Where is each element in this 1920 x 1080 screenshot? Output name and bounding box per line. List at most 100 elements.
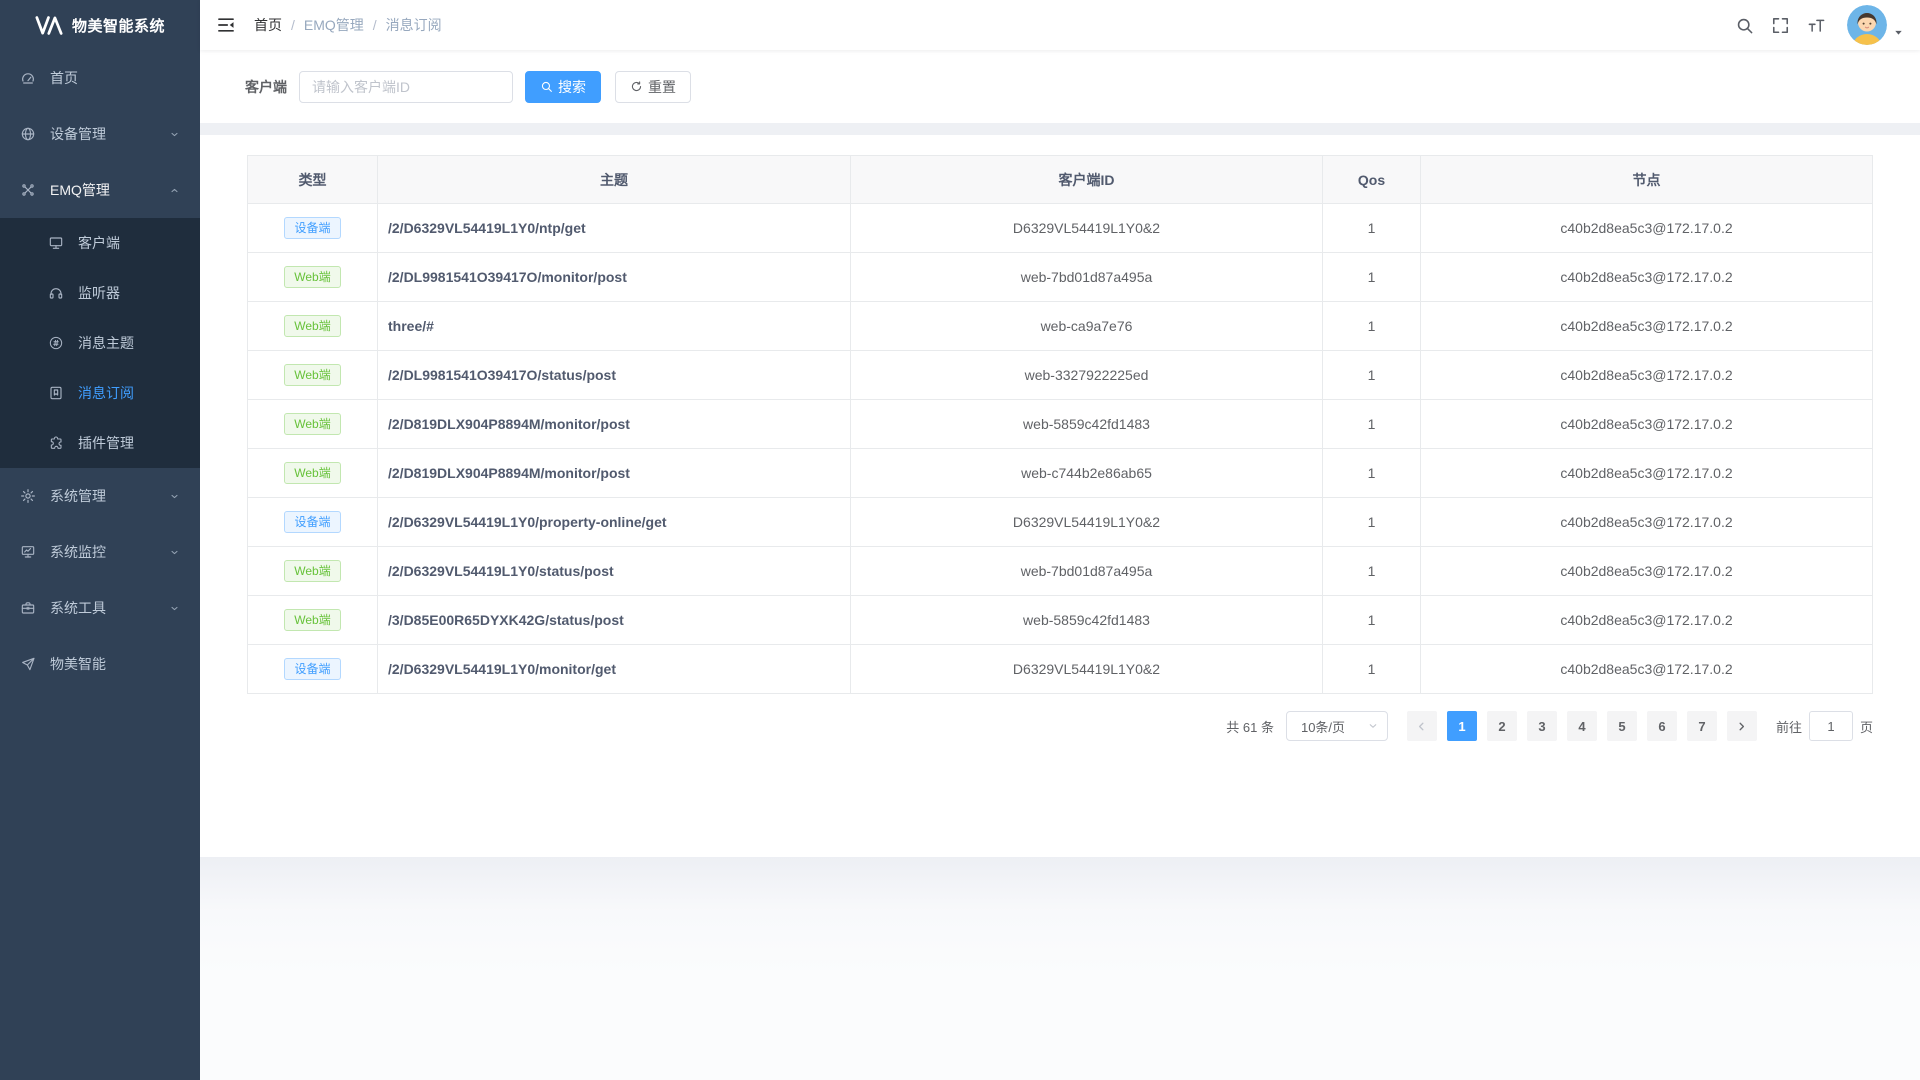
topic-cell: /2/D6329VL54419L1Y0/monitor/get — [378, 645, 851, 694]
table-row: Web端/2/DL9981541O39417O/status/postweb-3… — [248, 351, 1873, 400]
node-cell: c40b2d8ea5c3@172.17.0.2 — [1421, 596, 1873, 645]
type-cell: 设备端 — [248, 498, 378, 547]
topic-icon — [48, 335, 64, 351]
card-divider — [200, 123, 1920, 135]
sidebar-item-label: 消息主题 — [78, 333, 180, 353]
chevron-down-icon — [169, 491, 180, 502]
sidebar-item-system-tools[interactable]: 系统工具 — [0, 580, 200, 636]
type-tag: Web端 — [284, 413, 340, 435]
search-button-label: 搜索 — [558, 77, 586, 97]
table-row: 设备端/2/D6329VL54419L1Y0/ntp/getD6329VL544… — [248, 204, 1873, 253]
toolbox-icon — [20, 600, 36, 616]
qos-cell: 1 — [1323, 400, 1421, 449]
header-search-button[interactable] — [1735, 16, 1754, 35]
client-id-label: 客户端 — [245, 77, 287, 97]
sidebar-item-system-monitor[interactable]: 系统监控 — [0, 524, 200, 580]
type-cell: 设备端 — [248, 645, 378, 694]
type-tag: 设备端 — [284, 658, 340, 680]
sidebar-item-emq-mgmt[interactable]: EMQ管理 — [0, 162, 200, 218]
chevron-up-icon — [169, 185, 180, 196]
sidebar-item-device-mgmt[interactable]: 设备管理 — [0, 106, 200, 162]
app-root: 物美智能系统 首页设备管理EMQ管理客户端监听器消息主题消息订阅插件管理系统管理… — [0, 0, 1920, 1080]
topic-cell: /2/DL9981541O39417O/status/post — [378, 351, 851, 400]
reset-button-label: 重置 — [648, 77, 676, 97]
navbar: 首页/EMQ管理/消息订阅 — [200, 0, 1920, 50]
qos-cell: 1 — [1323, 351, 1421, 400]
sidebar-item-label: 客户端 — [78, 233, 180, 253]
client-id-cell: web-5859c42fd1483 — [851, 596, 1323, 645]
page-size-select[interactable]: 10条/页 — [1286, 711, 1388, 741]
main-area: 首页/EMQ管理/消息订阅 — [200, 0, 1920, 1080]
type-cell: Web端 — [248, 351, 378, 400]
search-icon — [1735, 16, 1754, 35]
sidebar: 物美智能系统 首页设备管理EMQ管理客户端监听器消息主题消息订阅插件管理系统管理… — [0, 0, 200, 1080]
sidebar-item-home[interactable]: 首页 — [0, 50, 200, 106]
client-id-cell: web-3327922225ed — [851, 351, 1323, 400]
qos-cell: 1 — [1323, 645, 1421, 694]
sidebar-item-wumei-smart[interactable]: 物美智能 — [0, 636, 200, 692]
client-id-cell: web-7bd01d87a495a — [851, 253, 1323, 302]
search-form: 客户端 搜索 重置 — [200, 50, 1920, 123]
type-cell: Web端 — [248, 302, 378, 351]
client-id-cell: web-ca9a7e76 — [851, 302, 1323, 351]
client-id-cell: D6329VL54419L1Y0&2 — [851, 204, 1323, 253]
page-button-6[interactable]: 6 — [1647, 711, 1677, 741]
type-tag: 设备端 — [284, 511, 340, 533]
next-page-button[interactable] — [1727, 711, 1757, 741]
app-logo[interactable]: 物美智能系统 — [0, 0, 200, 50]
chevron-left-icon — [1415, 720, 1428, 733]
pagination: 共 61 条 10条/页 1234567 前往 页 — [247, 711, 1873, 741]
subscription-table: 类型主题客户端IDQos节点 设备端/2/D6329VL54419L1Y0/nt… — [247, 155, 1873, 694]
search-button[interactable]: 搜索 — [525, 71, 601, 103]
sidebar-item-message-subscribe[interactable]: 消息订阅 — [0, 368, 200, 418]
reset-button[interactable]: 重置 — [615, 71, 691, 103]
plugin-icon — [48, 435, 64, 451]
sidebar-item-label: 插件管理 — [78, 433, 180, 453]
client-id-cell: web-5859c42fd1483 — [851, 400, 1323, 449]
sidebar-item-listener[interactable]: 监听器 — [0, 268, 200, 318]
node-cell: c40b2d8ea5c3@172.17.0.2 — [1421, 547, 1873, 596]
client-id-cell: D6329VL54419L1Y0&2 — [851, 645, 1323, 694]
sidebar-item-plugin-mgmt[interactable]: 插件管理 — [0, 418, 200, 468]
node-cell: c40b2d8ea5c3@172.17.0.2 — [1421, 449, 1873, 498]
sidebar-item-label: 消息订阅 — [78, 383, 180, 403]
dashboard-icon — [20, 70, 36, 86]
breadcrumb-item[interactable]: 首页 — [254, 15, 282, 35]
sidebar-item-client[interactable]: 客户端 — [0, 218, 200, 268]
font-size-icon — [1807, 16, 1826, 35]
table-row: Web端/2/DL9981541O39417O/monitor/postweb-… — [248, 253, 1873, 302]
table-row: Web端three/#web-ca9a7e761c40b2d8ea5c3@172… — [248, 302, 1873, 351]
breadcrumb-item: EMQ管理 — [304, 15, 364, 35]
page-button-5[interactable]: 5 — [1607, 711, 1637, 741]
sidebar-item-system-mgmt[interactable]: 系统管理 — [0, 468, 200, 524]
page-button-1[interactable]: 1 — [1447, 711, 1477, 741]
column-header-topic: 主题 — [378, 156, 851, 204]
sidebar-item-label: 监听器 — [78, 283, 180, 303]
topic-cell: /3/D85E00R65DYXK42G/status/post — [378, 596, 851, 645]
node-cell: c40b2d8ea5c3@172.17.0.2 — [1421, 400, 1873, 449]
user-menu[interactable] — [1847, 5, 1904, 45]
type-cell: Web端 — [248, 596, 378, 645]
page-button-4[interactable]: 4 — [1567, 711, 1597, 741]
breadcrumb-item: 消息订阅 — [386, 15, 442, 35]
chevron-down-icon — [169, 547, 180, 558]
font-size-button[interactable] — [1807, 16, 1826, 35]
emq-icon — [20, 182, 36, 198]
send-icon — [20, 656, 36, 672]
hamburger-fold-icon — [216, 15, 236, 35]
prev-page-button[interactable] — [1407, 711, 1437, 741]
topic-cell: /2/DL9981541O39417O/monitor/post — [378, 253, 851, 302]
page-button-7[interactable]: 7 — [1687, 711, 1717, 741]
sidebar-item-message-topic[interactable]: 消息主题 — [0, 318, 200, 368]
listener-icon — [48, 285, 64, 301]
client-id-input[interactable] — [299, 71, 513, 103]
user-avatar — [1847, 5, 1887, 45]
column-header-node: 节点 — [1421, 156, 1873, 204]
page-button-3[interactable]: 3 — [1527, 711, 1557, 741]
page-button-2[interactable]: 2 — [1487, 711, 1517, 741]
goto-page-input[interactable] — [1809, 711, 1853, 741]
fullscreen-button[interactable] — [1771, 16, 1790, 35]
type-cell: Web端 — [248, 449, 378, 498]
page-unit-label: 页 — [1860, 717, 1873, 736]
sidebar-toggle-button[interactable] — [216, 15, 236, 35]
